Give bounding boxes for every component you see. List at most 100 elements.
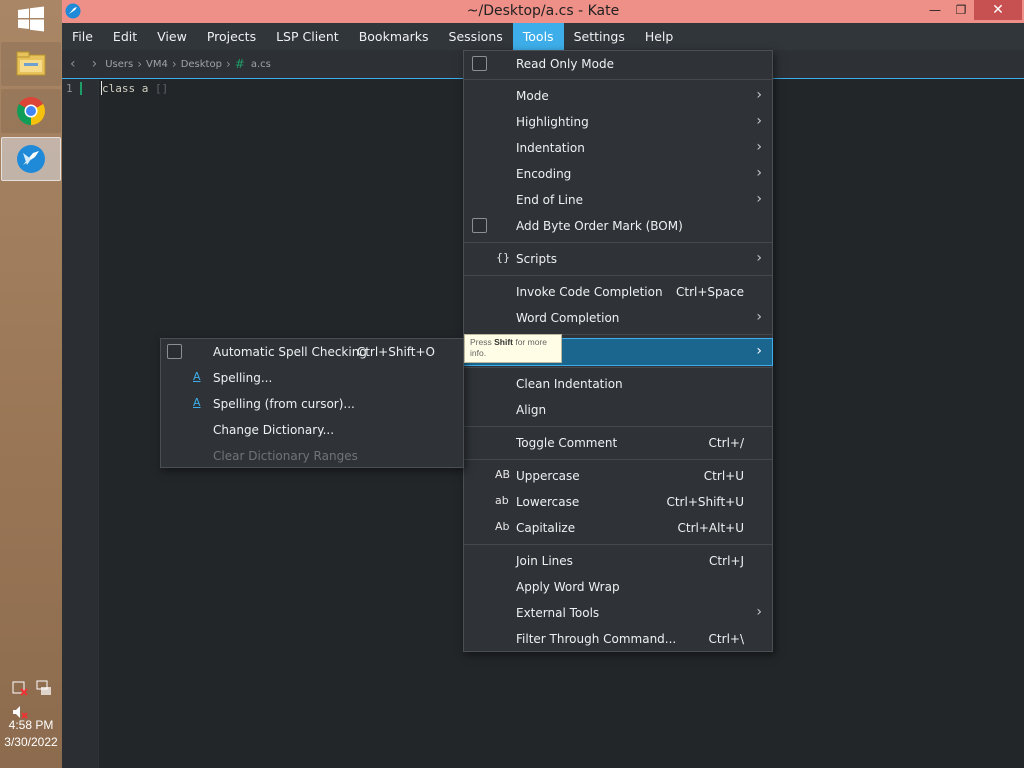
item-label: Change Dictionary... bbox=[213, 423, 335, 437]
taskbar-chrome[interactable] bbox=[1, 89, 61, 133]
folder-icon bbox=[16, 51, 46, 76]
fold-placeholder[interactable]: [] bbox=[155, 82, 168, 95]
menu-toggle-comment[interactable]: Toggle Comment Ctrl+/ bbox=[464, 430, 772, 456]
submenu-arrow-icon: › bbox=[756, 87, 762, 103]
network-icon[interactable] bbox=[36, 680, 52, 696]
lowercase-icon: ab bbox=[495, 494, 509, 507]
minimize-button[interactable]: — bbox=[922, 0, 948, 20]
breadcrumb-users[interactable]: Users bbox=[105, 59, 133, 70]
code-text: class a bbox=[102, 82, 155, 95]
menu-mode[interactable]: Mode › bbox=[464, 83, 772, 109]
separator bbox=[464, 544, 772, 545]
menu-spelling[interactable]: A Spelling... bbox=[161, 365, 463, 391]
item-label: Join Lines bbox=[516, 554, 573, 568]
shortcut: Ctrl+J bbox=[709, 554, 744, 568]
menu-tools[interactable]: Tools bbox=[512, 23, 564, 50]
menu-indentation[interactable]: Indentation › bbox=[464, 135, 772, 161]
taskbar-file-explorer[interactable] bbox=[1, 42, 61, 86]
menu-view[interactable]: View bbox=[147, 23, 197, 50]
capitalize-icon: Ab bbox=[495, 520, 510, 533]
item-label: Clean Indentation bbox=[516, 377, 623, 391]
item-label: Uppercase bbox=[516, 469, 580, 483]
taskbar: 4:58 PM 3/30/2022 bbox=[0, 0, 62, 768]
shortcut: Ctrl+Shift+O bbox=[356, 345, 435, 359]
item-label: Spelling (from cursor)... bbox=[213, 397, 355, 411]
menu-bookmarks[interactable]: Bookmarks bbox=[349, 23, 439, 50]
menu-lowercase[interactable]: ab Lowercase Ctrl+Shift+U bbox=[464, 489, 772, 515]
submenu-arrow-icon: › bbox=[756, 250, 762, 266]
line-number: 1 bbox=[66, 82, 73, 95]
menu-edit[interactable]: Edit bbox=[103, 23, 147, 50]
menu-uppercase[interactable]: AB Uppercase Ctrl+U bbox=[464, 463, 772, 489]
menu-scripts[interactable]: {} Scripts › bbox=[464, 246, 772, 272]
menu-align[interactable]: Align bbox=[464, 397, 772, 423]
shortcut: Ctrl+Shift+U bbox=[666, 495, 744, 509]
breadcrumb-vm4[interactable]: VM4 bbox=[146, 59, 168, 70]
menu-join-lines[interactable]: Join Lines Ctrl+J bbox=[464, 548, 772, 574]
menu-spelling-from-cursor[interactable]: A Spelling (from cursor)... bbox=[161, 391, 463, 417]
item-label: Add Byte Order Mark (BOM) bbox=[516, 219, 683, 233]
separator bbox=[464, 275, 772, 276]
shortcut: Ctrl+/ bbox=[708, 436, 744, 450]
menu-bar: File Edit View Projects LSP Client Bookm… bbox=[62, 23, 1024, 50]
spelling-submenu: Automatic Spell Checking Ctrl+Shift+O A … bbox=[160, 338, 464, 468]
menu-external-tools[interactable]: External Tools › bbox=[464, 600, 772, 626]
menu-highlighting[interactable]: Highlighting › bbox=[464, 109, 772, 135]
csharp-file-icon: # bbox=[234, 57, 245, 71]
menu-change-dictionary[interactable]: Change Dictionary... bbox=[161, 417, 463, 443]
breadcrumb-file[interactable]: a.cs bbox=[251, 59, 271, 70]
menu-filter-through-command[interactable]: Filter Through Command... Ctrl+\ bbox=[464, 626, 772, 652]
title-bar[interactable]: ~/Desktop/a.cs - Kate — ❐ ✕ bbox=[62, 0, 1024, 23]
maximize-button[interactable]: ❐ bbox=[948, 0, 974, 20]
menu-read-only-mode[interactable]: Read Only Mode bbox=[464, 51, 772, 77]
close-button[interactable]: ✕ bbox=[974, 0, 1022, 20]
taskbar-kate[interactable] bbox=[1, 137, 61, 181]
shortcut: Ctrl+Alt+U bbox=[677, 521, 745, 535]
back-arrow-icon[interactable]: ‹ bbox=[62, 56, 84, 72]
braces-icon: {} bbox=[496, 251, 510, 264]
item-label: End of Line bbox=[516, 193, 584, 207]
item-label: Invoke Code Completion bbox=[516, 285, 663, 299]
menu-help[interactable]: Help bbox=[635, 23, 684, 50]
menu-encoding[interactable]: Encoding › bbox=[464, 161, 772, 187]
menu-lsp-client[interactable]: LSP Client bbox=[266, 23, 349, 50]
windows-logo-icon bbox=[18, 6, 44, 32]
forward-arrow-icon[interactable]: › bbox=[84, 56, 106, 72]
submenu-arrow-icon: › bbox=[756, 604, 762, 620]
action-center-icon[interactable] bbox=[12, 680, 28, 696]
item-label: Highlighting bbox=[516, 115, 589, 129]
menu-end-of-line[interactable]: End of Line › bbox=[464, 187, 772, 213]
menu-word-completion[interactable]: Word Completion › bbox=[464, 305, 772, 331]
start-button[interactable] bbox=[16, 6, 46, 32]
menu-projects[interactable]: Projects bbox=[197, 23, 266, 50]
menu-invoke-code-completion[interactable]: Invoke Code Completion Ctrl+Space bbox=[464, 279, 772, 305]
checkbox-icon bbox=[167, 344, 182, 359]
chrome-icon bbox=[17, 97, 45, 125]
system-tray: 4:58 PM 3/30/2022 bbox=[0, 668, 62, 768]
spell-check-icon: A bbox=[193, 370, 201, 383]
menu-file[interactable]: File bbox=[62, 23, 103, 50]
menu-capitalize[interactable]: Ab Capitalize Ctrl+Alt+U bbox=[464, 515, 772, 541]
menu-automatic-spell-checking[interactable]: Automatic Spell Checking Ctrl+Shift+O bbox=[161, 339, 463, 365]
submenu-arrow-icon: › bbox=[756, 139, 762, 155]
shortcut: Ctrl+Space bbox=[676, 285, 744, 299]
breadcrumb-sep-icon: › bbox=[137, 57, 143, 71]
uppercase-icon: AB bbox=[495, 468, 511, 481]
clock-time[interactable]: 4:58 PM bbox=[0, 718, 62, 732]
submenu-arrow-icon: › bbox=[756, 309, 762, 325]
spell-check-icon: A bbox=[193, 396, 201, 409]
breadcrumb-sep-icon: › bbox=[225, 57, 231, 71]
clock-date[interactable]: 3/30/2022 bbox=[0, 735, 62, 749]
menu-clear-dictionary-ranges: Clear Dictionary Ranges bbox=[161, 443, 463, 469]
submenu-arrow-icon: › bbox=[756, 343, 762, 359]
menu-apply-word-wrap[interactable]: Apply Word Wrap bbox=[464, 574, 772, 600]
menu-settings[interactable]: Settings bbox=[564, 23, 635, 50]
breadcrumb-desktop[interactable]: Desktop bbox=[181, 59, 222, 70]
submenu-arrow-icon: › bbox=[756, 113, 762, 129]
line-number-gutter[interactable]: 1 bbox=[62, 79, 99, 768]
menu-add-bom[interactable]: Add Byte Order Mark (BOM) bbox=[464, 213, 772, 239]
item-label: Filter Through Command... bbox=[516, 632, 677, 646]
item-label: External Tools bbox=[516, 606, 600, 620]
menu-clean-indentation[interactable]: Clean Indentation bbox=[464, 371, 772, 397]
menu-sessions[interactable]: Sessions bbox=[439, 23, 513, 50]
